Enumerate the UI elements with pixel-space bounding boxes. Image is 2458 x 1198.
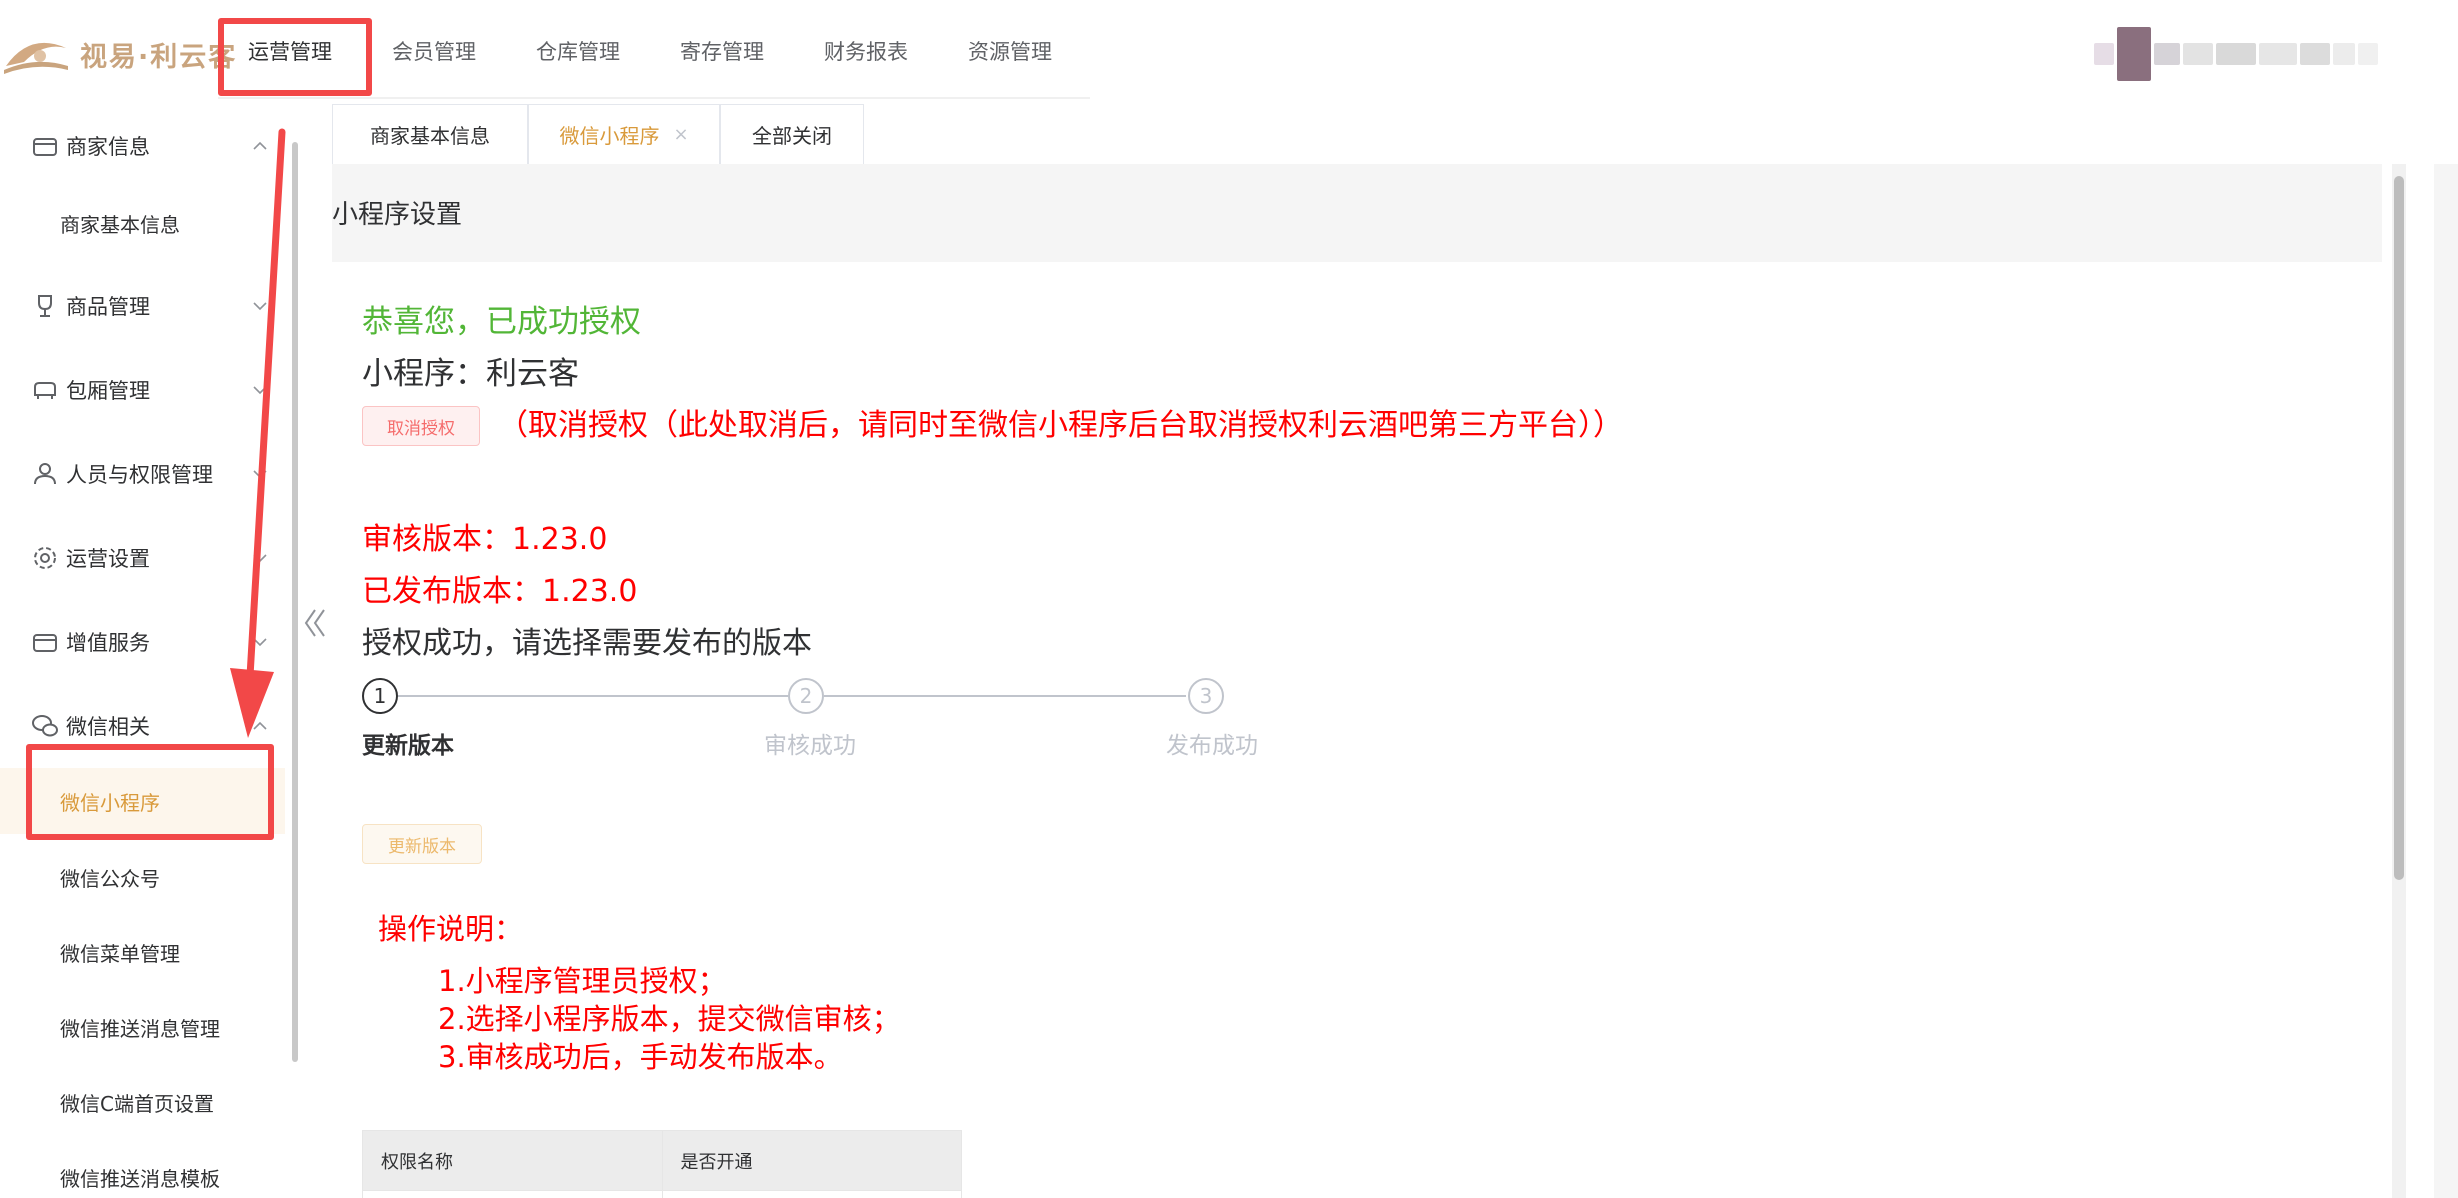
annotation-arrow (230, 128, 286, 738)
page: 视易·利云客 运营管理 会员管理 仓库管理 寄存管理 财务报表 资源管理 商家信… (0, 0, 2458, 1198)
